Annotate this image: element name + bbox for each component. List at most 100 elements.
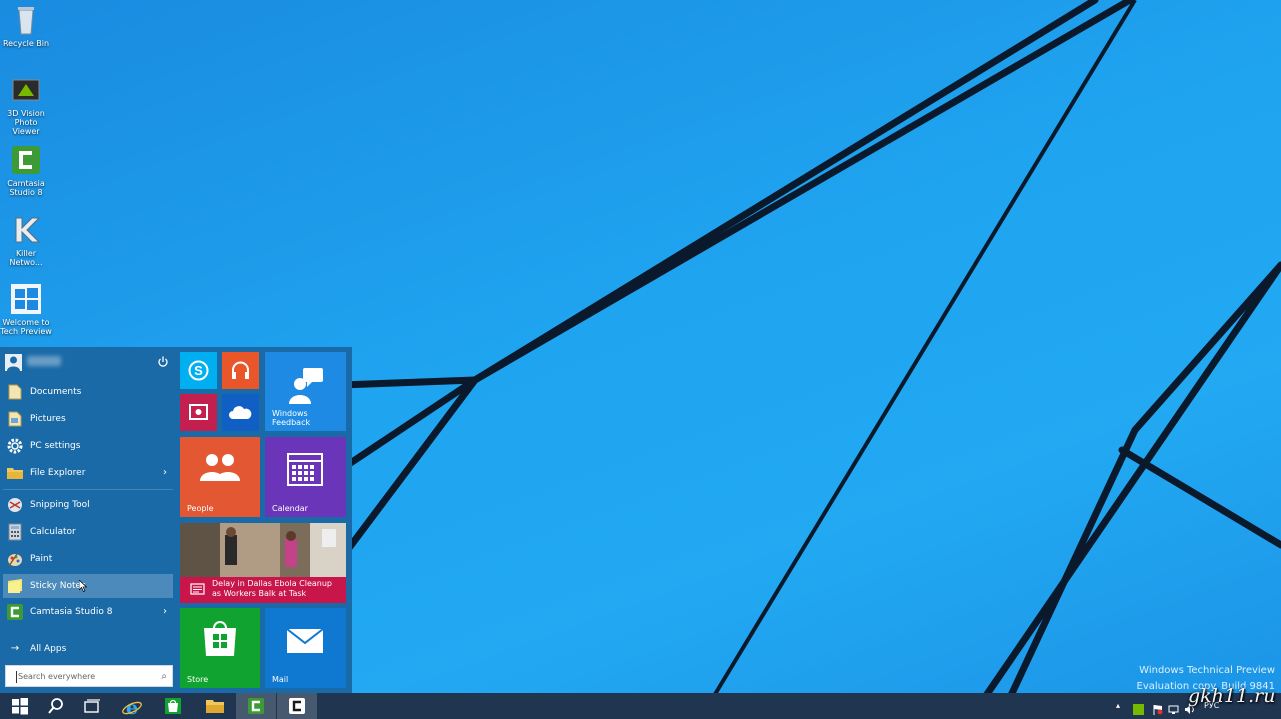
- start-item-camtasia[interactable]: Camtasia Studio 8 ›: [3, 600, 173, 624]
- paint-icon: [6, 550, 24, 568]
- news-tile[interactable]: Delay in Dallas Ebola Cleanup as Workers…: [180, 523, 346, 603]
- desktop-icon-label: Camtasia Studio 8: [7, 179, 45, 197]
- desktop-icon-label: Killer Netwo...: [9, 249, 43, 267]
- search-input[interactable]: Search everywhere ⌕: [5, 665, 173, 687]
- power-icon[interactable]: [156, 356, 170, 370]
- start-item-label: Sticky Notes: [30, 581, 86, 591]
- search-button[interactable]: [36, 693, 76, 719]
- mouse-cursor-icon: [78, 578, 88, 602]
- ie-icon: e: [122, 697, 142, 717]
- start-menu: Documents Pictures PC settings File Expl…: [0, 347, 352, 693]
- store-icon: [165, 698, 181, 714]
- start-item-pc-settings[interactable]: PC settings: [3, 434, 173, 458]
- arrow-right-icon: →: [10, 643, 20, 654]
- start-item-label: Camtasia Studio 8: [30, 607, 113, 617]
- start-item-label: Calculator: [30, 527, 76, 537]
- start-item-snipping-tool[interactable]: Snipping Tool: [3, 493, 173, 517]
- svg-text:S: S: [194, 363, 203, 378]
- news-headline: Delay in Dallas Ebola Cleanup as Workers…: [212, 579, 332, 598]
- headphones-icon: [232, 361, 249, 379]
- search-icon: [48, 698, 63, 714]
- calendar-tile[interactable]: Calendar: [265, 437, 346, 517]
- submenu-arrow-icon[interactable]: ›: [163, 461, 167, 485]
- camtasia-icon: [6, 603, 24, 621]
- news-icon: [190, 583, 205, 595]
- store-taskbar-button[interactable]: [153, 693, 193, 719]
- pictures-icon: [6, 410, 24, 428]
- start-item-label: Documents: [30, 387, 82, 397]
- tile-label: People: [187, 504, 214, 513]
- welcome-tech-preview-desktop-icon[interactable]: Welcome to Tech Preview: [0, 279, 52, 336]
- all-apps-button[interactable]: → All Apps: [3, 637, 173, 661]
- camtasia-desktop-icon[interactable]: Camtasia Studio 8: [0, 140, 52, 197]
- nvidia-tray-icon[interactable]: [1133, 700, 1144, 715]
- killer-k-icon: [10, 214, 42, 246]
- 3d-vision-icon: [10, 74, 42, 106]
- folder-icon: [6, 464, 24, 482]
- folder-icon: [206, 700, 224, 713]
- camtasia-recorder-taskbar-button[interactable]: [277, 693, 317, 719]
- tile-label: Store: [187, 675, 209, 684]
- site-watermark: gkh11.ru: [1188, 685, 1276, 707]
- tile-label: Windows Feedback: [272, 409, 311, 427]
- video-tile[interactable]: [180, 394, 217, 431]
- news-photo: [180, 523, 346, 577]
- camtasia-icon: [248, 698, 264, 714]
- mail-tile[interactable]: Mail: [265, 608, 346, 688]
- recycle-bin-desktop-icon[interactable]: Recycle Bin: [0, 0, 52, 48]
- people-tile[interactable]: People: [180, 437, 260, 517]
- text-caret: [16, 671, 17, 683]
- network-icon[interactable]: [1168, 700, 1179, 714]
- store-icon: [204, 621, 236, 656]
- search-placeholder: Search everywhere: [18, 672, 96, 681]
- build-watermark-line1: Windows Technical Preview: [1139, 665, 1275, 676]
- gear-icon: [6, 437, 24, 455]
- start-button[interactable]: [0, 693, 40, 719]
- start-item-label: Pictures: [30, 414, 66, 424]
- windows-feedback-tile[interactable]: Windows Feedback: [265, 352, 346, 431]
- video-icon: [189, 404, 208, 420]
- camtasia-icon: [289, 698, 305, 714]
- people-icon: [200, 454, 240, 481]
- file-explorer-taskbar-button[interactable]: [194, 693, 234, 719]
- action-center-flag-icon[interactable]: [1152, 700, 1163, 715]
- onedrive-tile[interactable]: [222, 394, 259, 431]
- desktop-icon-label: Recycle Bin: [2, 39, 50, 48]
- start-item-sticky-notes[interactable]: Sticky Notes: [3, 574, 173, 598]
- start-item-pictures[interactable]: Pictures: [3, 407, 173, 431]
- task-view-button[interactable]: [72, 693, 112, 719]
- user-name-blurred: [27, 356, 61, 366]
- start-item-label: File Explorer: [30, 468, 86, 478]
- start-item-paint[interactable]: Paint: [3, 547, 173, 571]
- mail-icon: [286, 628, 324, 653]
- calculator-icon: [6, 523, 24, 541]
- start-item-documents[interactable]: Documents: [3, 380, 173, 404]
- submenu-arrow-icon[interactable]: ›: [163, 600, 167, 624]
- music-tile[interactable]: [222, 352, 259, 389]
- windows-logo-icon: [12, 698, 28, 715]
- start-item-label: Paint: [30, 554, 53, 564]
- start-item-calculator[interactable]: Calculator: [3, 520, 173, 544]
- task-view-icon: [84, 699, 100, 713]
- camtasia-icon: [10, 144, 42, 176]
- search-icon[interactable]: ⌕: [161, 666, 167, 688]
- tile-label: Mail: [272, 675, 289, 684]
- start-item-label: PC settings: [30, 441, 81, 451]
- user-account[interactable]: [0, 351, 176, 375]
- killer-network-desktop-icon[interactable]: Killer Netwo...: [0, 210, 52, 267]
- show-hidden-icons-button[interactable]: ▴: [1116, 693, 1120, 719]
- taskbar: e ▴ РУС: [0, 693, 1281, 719]
- 3d-vision-desktop-icon[interactable]: 3D Vision Photo Viewer: [0, 70, 52, 136]
- camtasia-taskbar-button[interactable]: [236, 693, 276, 719]
- recycle-bin-icon: [10, 4, 42, 36]
- start-menu-left-pane: Documents Pictures PC settings File Expl…: [0, 347, 176, 693]
- desktop-icon-label: 3D Vision Photo Viewer: [7, 109, 45, 136]
- store-tile[interactable]: Store: [180, 608, 260, 688]
- start-item-label: Snipping Tool: [30, 500, 90, 510]
- internet-explorer-button[interactable]: e: [111, 693, 151, 719]
- skype-tile[interactable]: S: [180, 352, 217, 389]
- windows-logo-icon: [10, 283, 42, 315]
- cloud-icon: [229, 406, 252, 419]
- start-item-file-explorer[interactable]: File Explorer ›: [3, 461, 173, 485]
- scissors-icon: [6, 496, 24, 514]
